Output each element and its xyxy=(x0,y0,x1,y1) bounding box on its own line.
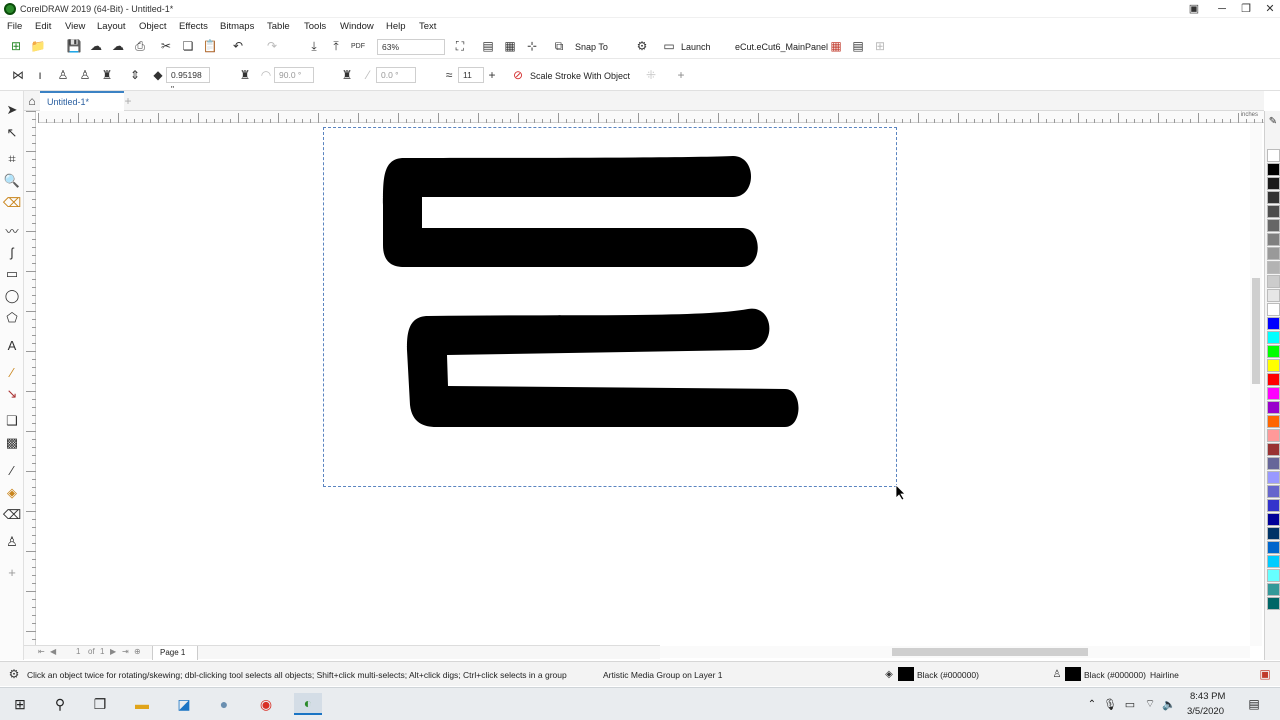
first-page-button[interactable]: ⇤ xyxy=(38,647,45,656)
status-gear-icon[interactable]: ⚙ xyxy=(6,666,22,682)
clock-time[interactable]: 8:43 PM xyxy=(1190,691,1225,702)
prev-page-button[interactable]: ◀ xyxy=(50,647,56,656)
task-view-icon[interactable]: ❐ xyxy=(88,693,112,715)
outline-color-label: Black (#000000) xyxy=(1084,670,1146,680)
color-palette: ✎ xyxy=(1264,111,1280,660)
file-explorer-icon[interactable]: ▬ xyxy=(130,693,154,715)
palette-swatch[interactable] xyxy=(1267,359,1280,372)
palette-swatch[interactable] xyxy=(1267,541,1280,554)
outline-width-label: Hairline xyxy=(1150,670,1179,680)
palette-swatch[interactable] xyxy=(1267,317,1280,330)
outline-color-swatch[interactable] xyxy=(1065,667,1081,681)
start-windows-icon[interactable]: ⊞ xyxy=(8,693,32,715)
palette-swatch[interactable] xyxy=(1267,527,1280,540)
status-object-info: Artistic Media Group on Layer 1 xyxy=(603,670,723,680)
windows-taskbar: ⊞ ⚲ ❐ ▬ ◪ ● ◉ ◐ ⌃ 🎙 ▭ ⌔ 🔈 8:43 PM 3/5/20… xyxy=(0,687,1280,720)
clock-date[interactable]: 3/5/2020 xyxy=(1187,706,1224,717)
palette-swatch[interactable] xyxy=(1267,415,1280,428)
palette-pen-icon[interactable]: ✎ xyxy=(1265,113,1280,129)
palette-swatch[interactable] xyxy=(1267,583,1280,596)
page-tab[interactable]: Page 1 xyxy=(152,646,198,660)
palette-swatch[interactable] xyxy=(1267,219,1280,232)
palette-swatch[interactable] xyxy=(1267,345,1280,358)
horizontal-scroll-thumb[interactable] xyxy=(892,648,1088,656)
outline-pen-icon: ♙ xyxy=(1052,668,1062,680)
palette-swatch[interactable] xyxy=(1267,289,1280,302)
palette-swatch[interactable] xyxy=(1267,513,1280,526)
search-icon[interactable]: ⚲ xyxy=(48,693,72,715)
add-page-button[interactable]: ⊕ xyxy=(134,647,141,656)
palette-swatch[interactable] xyxy=(1267,233,1280,246)
palette-swatch[interactable] xyxy=(1267,205,1280,218)
coreldraw-taskbar-icon[interactable]: ◐ xyxy=(294,693,322,715)
palette-swatch[interactable] xyxy=(1267,261,1280,274)
palette-swatch[interactable] xyxy=(1267,597,1280,610)
palette-swatch[interactable] xyxy=(1267,191,1280,204)
page-navigator: ⇤ ◀ 1 of 1 ▶ ⇥ ⊕ Page 1 xyxy=(24,645,660,660)
current-page-number: 1 xyxy=(76,647,81,656)
vertical-scrollbar[interactable] xyxy=(1250,123,1262,646)
artwork xyxy=(383,156,906,501)
paint-app-icon[interactable]: ● xyxy=(212,693,236,715)
palette-swatch[interactable] xyxy=(1267,401,1280,414)
mouse-cursor-icon xyxy=(895,484,906,501)
palette-swatch[interactable] xyxy=(1267,429,1280,442)
palette-swatch[interactable] xyxy=(1267,569,1280,582)
fill-color-label: Black (#000000) xyxy=(917,670,979,680)
volume-icon[interactable]: 🔈 xyxy=(1157,693,1181,715)
palette-swatch[interactable] xyxy=(1267,163,1280,176)
palette-swatch[interactable] xyxy=(1267,303,1280,316)
palette-swatch[interactable] xyxy=(1267,275,1280,288)
page-of-label: of xyxy=(88,647,95,656)
chrome-icon[interactable]: ◉ xyxy=(254,693,278,715)
palette-swatch[interactable] xyxy=(1267,247,1280,260)
palette-swatch[interactable] xyxy=(1267,149,1280,162)
app-taskbar-icon[interactable]: ◪ xyxy=(172,693,196,715)
total-pages: 1 xyxy=(100,647,105,656)
palette-swatch[interactable] xyxy=(1267,331,1280,344)
palette-swatch[interactable] xyxy=(1267,177,1280,190)
status-hint-text: Click an object twice for rotating/skewi… xyxy=(27,670,567,680)
palette-swatch[interactable] xyxy=(1267,443,1280,456)
page-tab-label: Page 1 xyxy=(160,648,186,657)
palette-swatch[interactable] xyxy=(1267,555,1280,568)
notifications-icon[interactable]: ▤ xyxy=(1242,693,1266,715)
palette-swatch[interactable] xyxy=(1267,471,1280,484)
horizontal-scrollbar[interactable] xyxy=(660,646,1250,658)
vertical-scroll-thumb[interactable] xyxy=(1252,278,1260,384)
palette-swatch[interactable] xyxy=(1267,457,1280,470)
fill-bucket-icon: ◈ xyxy=(885,668,893,680)
palette-swatch[interactable] xyxy=(1267,387,1280,400)
palette-swatch[interactable] xyxy=(1267,499,1280,512)
status-bar: ⚙ Click an object twice for rotating/ske… xyxy=(0,661,1280,686)
last-page-button[interactable]: ⇥ xyxy=(122,647,129,656)
color-proof-icon[interactable]: ▣ xyxy=(1257,666,1273,682)
palette-swatch[interactable] xyxy=(1267,373,1280,386)
next-page-button[interactable]: ▶ xyxy=(110,647,116,656)
fill-color-swatch[interactable] xyxy=(898,667,914,681)
artistic-media-stroke-top[interactable] xyxy=(383,156,758,267)
artistic-media-stroke-bottom[interactable] xyxy=(407,308,799,427)
palette-swatch[interactable] xyxy=(1267,485,1280,498)
